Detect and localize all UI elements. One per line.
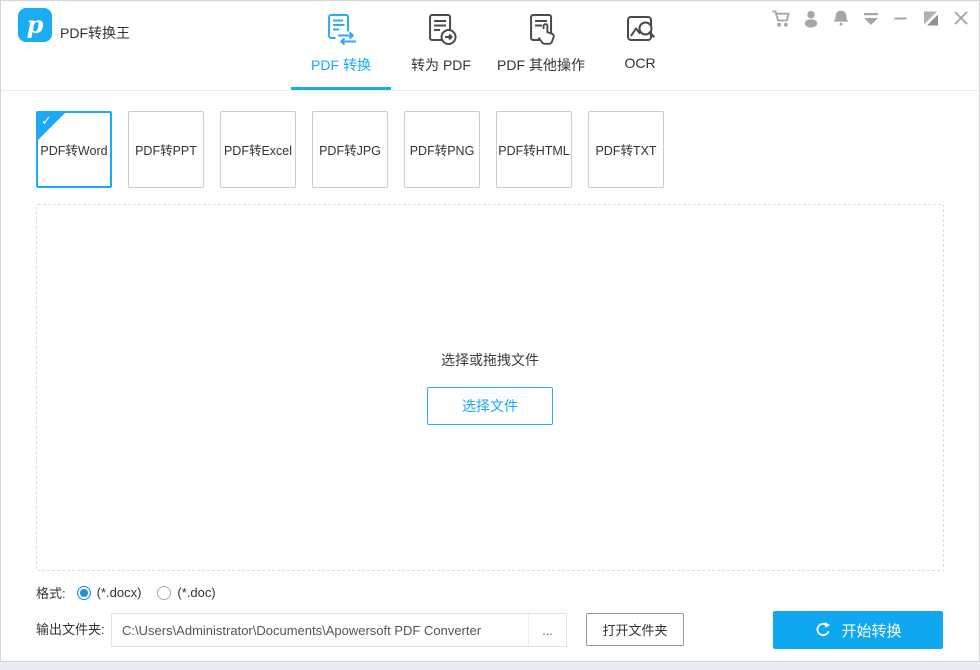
tab-to-pdf[interactable]: 转为 PDF <box>411 12 471 75</box>
pdf-other-hand-icon <box>497 12 585 48</box>
format-tab-pdf-to-jpg[interactable]: PDF转JPG <box>312 111 388 188</box>
open-folder-button[interactable]: 打开文件夹 <box>586 613 684 646</box>
header: p PDF转换王 PDF 转换 <box>1 1 979 91</box>
format-tab-pdf-to-excel[interactable]: PDF转Excel <box>220 111 296 188</box>
window-controls <box>771 8 971 28</box>
maximize-icon[interactable] <box>921 8 941 28</box>
refresh-icon <box>814 621 832 639</box>
logo-glyph: p <box>27 10 44 39</box>
bell-icon[interactable] <box>831 8 851 28</box>
tab-pdf-other-label: PDF 其他操作 <box>497 55 585 75</box>
radio-doc[interactable]: (*.doc) <box>157 585 215 600</box>
format-tab-pdf-to-ppt[interactable]: PDF转PPT <box>128 111 204 188</box>
dropzone[interactable]: 选择或拖拽文件 选择文件 <box>36 204 944 571</box>
radio-docx-circle[interactable] <box>77 586 91 600</box>
format-options-row: 格式: (*.docx) (*.doc) <box>36 584 232 601</box>
start-convert-button[interactable]: 开始转换 <box>773 611 943 649</box>
format-tab-pdf-to-txt[interactable]: PDF转TXT <box>588 111 664 188</box>
output-path-group: ... <box>111 613 567 647</box>
app-title: PDF转换王 <box>60 26 130 40</box>
tab-pdf-other[interactable]: PDF 其他操作 <box>497 12 585 75</box>
format-tab-pdf-to-html[interactable]: PDF转HTML <box>496 111 572 188</box>
check-icon <box>41 113 52 129</box>
format-tab-label: PDF转PNG <box>410 140 475 159</box>
radio-docx-label: (*.docx) <box>97 585 142 600</box>
cart-icon[interactable] <box>771 8 791 28</box>
tab-pdf-convert[interactable]: PDF 转换 <box>311 12 371 75</box>
tab-ocr[interactable]: OCR <box>620 12 660 71</box>
radio-docx[interactable]: (*.docx) <box>77 585 142 600</box>
format-tab-pdf-to-word[interactable]: PDF转Word <box>36 111 112 188</box>
pdf-convert-icon <box>311 12 371 48</box>
format-options-label: 格式: <box>36 583 66 602</box>
app-logo-icon: p <box>18 8 52 42</box>
start-convert-label: 开始转换 <box>841 620 901 641</box>
format-tab-pdf-to-png[interactable]: PDF转PNG <box>404 111 480 188</box>
browse-button[interactable]: ... <box>528 614 566 646</box>
format-tab-label: PDF转Excel <box>224 140 292 159</box>
ocr-icon <box>620 12 660 48</box>
minimize-icon[interactable] <box>891 8 911 28</box>
radio-doc-label: (*.doc) <box>177 585 215 600</box>
tab-ocr-label: OCR <box>620 55 660 71</box>
dropzone-hint: 选择或拖拽文件 <box>441 350 539 370</box>
app-window: p PDF转换王 PDF 转换 <box>0 0 980 662</box>
tab-to-pdf-label: 转为 PDF <box>411 55 471 75</box>
choose-file-button[interactable]: 选择文件 <box>427 387 553 425</box>
format-tab-label: PDF转Word <box>40 140 107 159</box>
format-tab-label: PDF转PPT <box>135 140 197 159</box>
format-tab-label: PDF转HTML <box>498 140 570 159</box>
output-folder-label: 输出文件夹: <box>36 623 105 637</box>
user-icon[interactable] <box>801 8 821 28</box>
output-path-input[interactable] <box>112 614 528 646</box>
update-icon[interactable] <box>861 8 881 28</box>
radio-doc-circle[interactable] <box>157 586 171 600</box>
tab-pdf-convert-label: PDF 转换 <box>311 55 371 75</box>
format-tab-label: PDF转TXT <box>595 140 656 159</box>
close-icon[interactable] <box>951 8 971 28</box>
format-tab-label: PDF转JPG <box>319 140 381 159</box>
active-tab-underline <box>291 87 391 90</box>
to-pdf-icon <box>411 12 471 48</box>
